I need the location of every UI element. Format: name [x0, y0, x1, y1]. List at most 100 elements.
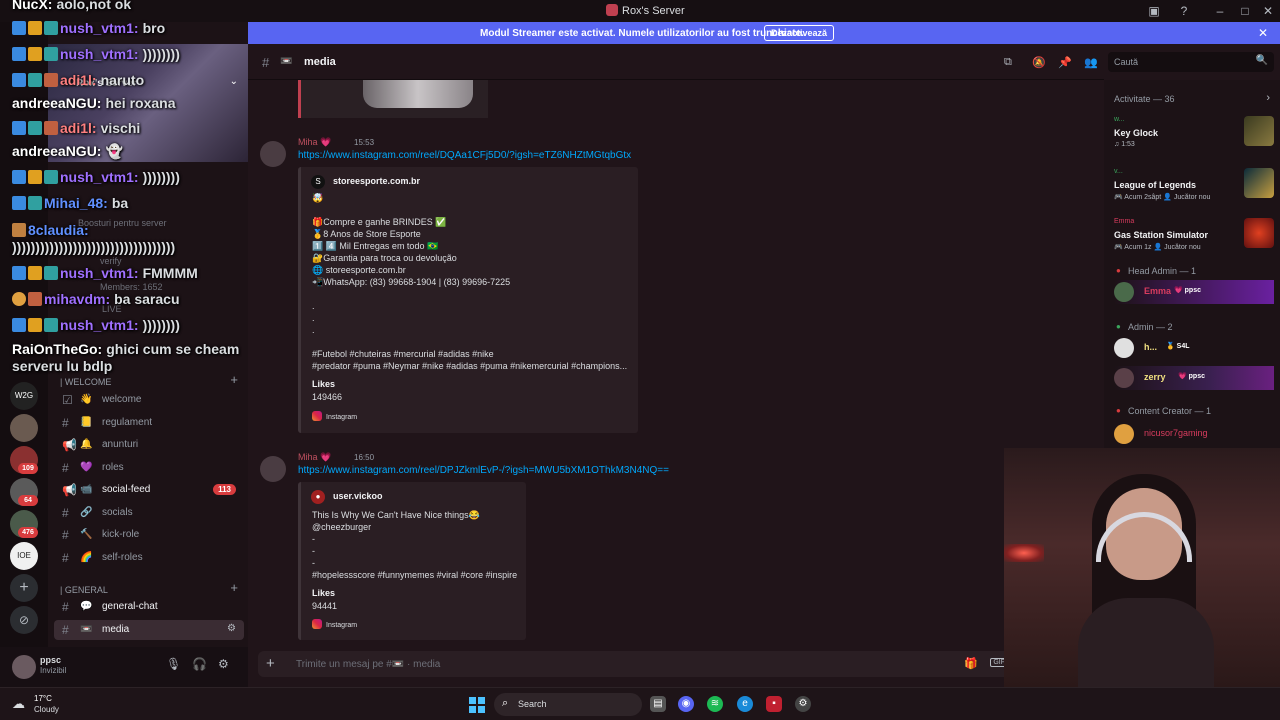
help-icon[interactable]: ?: [1176, 3, 1192, 19]
badge-icon: [12, 170, 26, 184]
notifications-icon[interactable]: 🔕: [1032, 56, 1046, 69]
member-row[interactable]: zerry 💗 ppsc: [1114, 366, 1274, 390]
embed-line: #hopelessscore #funnymemes #viral #core …: [312, 570, 518, 580]
search-box[interactable]: 🔍: [1108, 52, 1274, 72]
hash-icon: #: [62, 551, 69, 565]
microphone-icon[interactable]: 🎙: [166, 657, 181, 671]
spotify-icon[interactable]: ≋: [707, 696, 723, 712]
overlay-user: Mihai_48:: [44, 195, 108, 211]
channel-emoji: 🔗: [80, 507, 93, 518]
server-icon-ioe[interactable]: IOE: [10, 542, 38, 570]
close-window-button[interactable]: ✕: [1260, 3, 1276, 19]
member-row[interactable]: h... 🥇 S4L: [1114, 336, 1274, 360]
disable-streamer-button[interactable]: Dezactivează: [764, 25, 835, 41]
members-icon[interactable]: 👥: [1084, 56, 1098, 69]
hash-icon: #: [62, 416, 69, 430]
server-icon-w2g[interactable]: W2G: [10, 382, 38, 410]
previous-embed: [298, 80, 488, 118]
activity-title: Gas Station Simulator: [1114, 230, 1209, 240]
embed-provider[interactable]: user.vickoo: [333, 491, 383, 501]
edge-icon[interactable]: e: [737, 696, 753, 712]
channel-self-roles[interactable]: # 🌈 self-roles: [54, 548, 244, 568]
activity-user: w...: [1114, 116, 1125, 123]
server-icon[interactable]: [10, 414, 38, 442]
activity-card[interactable]: Emma Gas Station Simulator 🎮 Acum 1z 👤 J…: [1114, 218, 1274, 262]
add-channel-icon[interactable]: +: [230, 580, 238, 595]
channel-anunturi[interactable]: 📢 🔔 anunturi: [54, 435, 244, 455]
cloud-icon[interactable]: ☁: [12, 696, 25, 712]
inbox-icon[interactable]: ▣: [1146, 3, 1162, 19]
weather-condition[interactable]: Cloudy: [34, 705, 59, 714]
chevron-right-icon[interactable]: ›: [1266, 92, 1270, 104]
gear-icon[interactable]: ⚙: [218, 657, 229, 671]
pin-icon[interactable]: 📌: [1058, 56, 1072, 69]
channel-socials[interactable]: # 🔗 socials: [54, 503, 244, 523]
overlay-user: RaiOnTheGo:: [12, 341, 103, 357]
activity-user: Emma: [1114, 218, 1135, 225]
member-name: nicusor7gaming: [1144, 428, 1208, 438]
weather-temp[interactable]: 17°C: [34, 694, 52, 703]
search-icon: ⌕: [502, 697, 509, 709]
member-row[interactable]: nicusor7gaming: [1114, 422, 1274, 446]
overlay-text: )))))))): [142, 317, 180, 333]
embed-line: 🔐Garantia para troca ou devolução: [312, 253, 457, 263]
overlay-chat-line: ))))))))))))))))))))))))))))))))))): [12, 239, 175, 255]
attach-plus-icon[interactable]: +: [266, 655, 275, 672]
activity-card[interactable]: w... Key Glock ♫ 1:53: [1114, 116, 1274, 160]
discover-icon[interactable]: ⊘: [10, 606, 38, 634]
overlay-chat-line: NucX: aolo,not ok: [12, 0, 131, 12]
gift-icon[interactable]: 🎁: [964, 657, 978, 670]
discord-icon[interactable]: ◉: [678, 696, 694, 712]
embed-line: .: [312, 313, 315, 323]
add-server-icon[interactable]: +: [10, 574, 38, 602]
overlay-user: adi1l:: [60, 120, 97, 136]
channel-settings-icon[interactable]: ⚙: [227, 623, 236, 634]
channel-roles[interactable]: # 💜 roles: [54, 458, 244, 478]
threads-icon[interactable]: ⧉: [1004, 56, 1012, 69]
member-row[interactable]: Emma 💗 ppsc: [1114, 280, 1274, 304]
file-explorer-icon[interactable]: ▤: [650, 696, 666, 712]
channel-welcome[interactable]: ☑ 👋 welcome: [54, 390, 244, 410]
maximize-button[interactable]: □: [1237, 3, 1253, 19]
avatar[interactable]: [260, 456, 286, 482]
app-icon[interactable]: ▪: [766, 696, 782, 712]
message-author[interactable]: Miha 💗: [298, 452, 331, 463]
channel-label: self-roles: [102, 552, 143, 563]
badge-icon: [12, 223, 26, 237]
message-link[interactable]: https://www.instagram.com/reel/DPJZkmlEv…: [298, 465, 669, 476]
channel-emoji: 📹: [80, 484, 93, 495]
badge-icon: [12, 47, 26, 61]
message-author[interactable]: Miha 💗: [298, 137, 331, 148]
headphones-icon[interactable]: 🎧: [192, 657, 207, 671]
message-link[interactable]: https://www.instagram.com/reel/DQAa1CFj5…: [298, 150, 631, 161]
embed-line: 🎁Compre e ganhe BRINDES ✅: [312, 217, 447, 227]
role-header: Admin — 2: [1128, 322, 1173, 332]
avatar: [1114, 424, 1134, 444]
channel-regulament[interactable]: # 📒 regulament: [54, 413, 244, 433]
overlay-chat-line: andreeaNGU: hei roxana: [12, 95, 176, 111]
settings-app-icon[interactable]: ⚙: [795, 696, 811, 712]
channel-social-feed[interactable]: 📢 📹 social-feed 113: [54, 480, 244, 500]
windows-start-icon[interactable]: [469, 697, 485, 713]
channel-media[interactable]: # 📼 media ⚙: [54, 620, 244, 640]
channel-general-chat[interactable]: # 💬 general-chat: [54, 597, 244, 617]
avatar: [1114, 368, 1134, 388]
embed-line: @cheezburger: [312, 522, 372, 532]
message-input[interactable]: [296, 657, 896, 671]
activity-card[interactable]: v... League of Legends 🎮 Acum 2sâpt 👤 Ju…: [1114, 168, 1274, 212]
taskbar-search[interactable]: ⌕ Search: [494, 693, 642, 716]
avatar[interactable]: [12, 655, 36, 679]
search-icon: 🔍: [1255, 55, 1268, 66]
badge-icon: [12, 73, 26, 87]
badge-icon: [28, 196, 42, 210]
channel-kick-role[interactable]: # 🔨 kick-role: [54, 525, 244, 545]
embed-provider[interactable]: storeesporte.com.br: [333, 176, 420, 186]
banner-close-icon[interactable]: ✕: [1258, 26, 1268, 40]
badge-icon: [28, 292, 42, 306]
embed-thumbnail[interactable]: [363, 80, 473, 108]
badge-icon: [44, 170, 58, 184]
minimize-button[interactable]: –: [1212, 3, 1228, 19]
overlay-text: bro: [142, 20, 166, 36]
search-input[interactable]: [1114, 55, 1244, 69]
category-general[interactable]: | GENERAL: [60, 585, 108, 595]
